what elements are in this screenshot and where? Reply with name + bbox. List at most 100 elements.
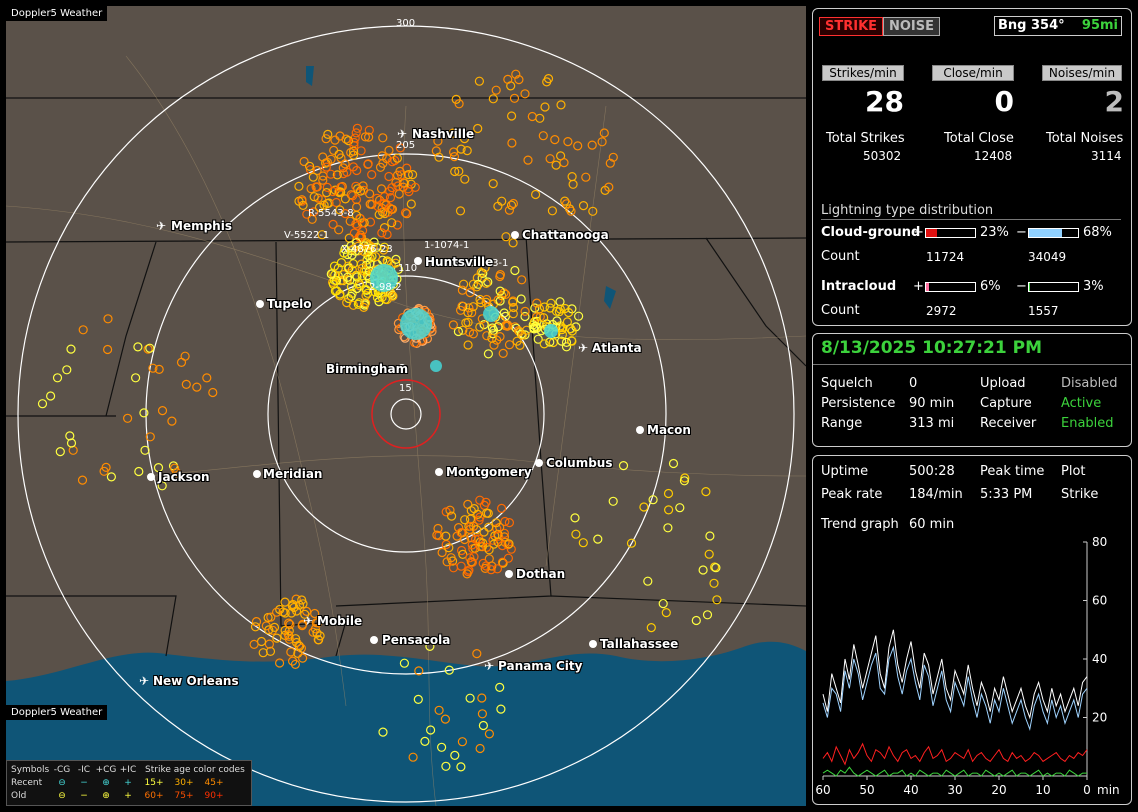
strike-stats-panel: STRIKE NOISE Bng 354° 95mi Strikes/min C… <box>812 8 1132 326</box>
date-time-display: 8/13/2025 10:27:21 PM <box>821 338 1042 358</box>
ic-count-label: Count <box>821 303 860 318</box>
strike-marker <box>709 578 719 588</box>
strike-marker <box>523 155 533 165</box>
recent-strike-cluster <box>483 306 499 322</box>
cg-positive-count: 11724 <box>926 250 965 264</box>
city-huntsville: Huntsville <box>425 255 494 269</box>
storm-label: V-5522-1 <box>284 230 329 241</box>
total-close-value: 12408 <box>974 149 1013 163</box>
strike-marker <box>372 193 382 203</box>
strike-marker <box>516 294 526 304</box>
strike-marker <box>133 342 143 352</box>
strike-marker <box>551 160 561 170</box>
age-75: 75+ <box>174 790 194 801</box>
bearing-box: Bng 354° 95mi <box>994 16 1122 36</box>
strike-marker <box>208 387 218 398</box>
city-new-orleans: New Orleans <box>153 674 239 688</box>
age-60: 60+ <box>144 790 164 801</box>
strike-marker <box>250 622 261 632</box>
strike-marker <box>249 639 259 650</box>
strike-marker <box>122 413 133 423</box>
legend-header-symbols: Symbols <box>11 764 50 775</box>
strike-marker <box>343 136 354 146</box>
peak-time-label: Peak time <box>980 464 1045 479</box>
noise-toggle-button[interactable]: NOISE <box>883 17 941 36</box>
storm-label: X-4876-23 <box>341 244 393 255</box>
strike-marker <box>329 145 339 155</box>
strike-toggle-button[interactable]: STRIKE <box>819 17 884 36</box>
cg-count-label: Count <box>821 249 860 264</box>
strike-marker <box>663 488 674 499</box>
cg-negative-sign: − <box>1016 225 1027 240</box>
strike-marker <box>45 391 56 401</box>
strike-marker <box>384 171 394 182</box>
city-dot <box>636 426 644 434</box>
city-mobile: Mobile <box>317 614 363 628</box>
x-unit-label: min <box>1097 783 1120 797</box>
capture-label: Capture <box>980 396 1032 411</box>
strike-marker <box>567 336 577 346</box>
strike-marker <box>567 172 577 182</box>
strike-marker <box>643 576 653 586</box>
total-close-label: Total Close <box>944 131 1014 146</box>
strike-marker <box>508 238 518 248</box>
legend-header-neg-cg: -CG <box>53 764 71 775</box>
strike-marker <box>539 339 549 349</box>
strike-marker <box>488 94 498 104</box>
city-atlanta: Atlanta <box>592 341 642 355</box>
strikes-per-min-label: Strikes/min <box>822 65 904 81</box>
close-per-min-value: 0 <box>994 85 1014 118</box>
x-tick-label: 40 <box>903 783 918 797</box>
strike-marker <box>52 373 63 383</box>
legend-old-label: Old <box>11 790 27 801</box>
strike-marker <box>566 324 576 334</box>
storm-label: 1-1074-1 <box>424 240 469 251</box>
total-strikes-value: 50302 <box>863 149 902 163</box>
strike-marker <box>570 513 580 523</box>
strike-marker <box>378 133 388 143</box>
strike-marker <box>704 549 714 559</box>
pos-ic-recent-icon: + <box>124 777 132 788</box>
strike-marker <box>330 135 340 145</box>
cg-positive-sign: + <box>913 225 924 240</box>
strike-marker <box>545 154 555 164</box>
range-label-300: 300 <box>396 18 415 29</box>
total-noises-value: 3114 <box>1091 149 1122 163</box>
trend-graph-value: 60 min <box>909 517 955 532</box>
city-memphis: Memphis <box>171 219 232 233</box>
strike-marker <box>578 538 588 548</box>
cg-positive-pct: 23% <box>980 225 1009 240</box>
airport-icon: ✈ <box>303 614 314 628</box>
strike-marker <box>406 199 416 209</box>
strike-marker <box>356 146 366 156</box>
strike-marker <box>334 225 344 235</box>
x-tick-label: 0 <box>1083 783 1091 797</box>
strike-marker <box>568 179 578 189</box>
neg-ic-recent-icon: − <box>80 777 88 788</box>
strike-marker <box>559 158 569 168</box>
trend-graph: 80 60 40 20 60 50 40 30 20 10 0 min <box>815 535 1120 797</box>
trend-panel: Uptime 500:28 Peak time Plot Peak rate 1… <box>812 455 1132 805</box>
ic-negative-pct: 3% <box>1083 279 1104 294</box>
recent-strike-cluster <box>400 308 432 340</box>
strike-marker <box>498 348 508 358</box>
state-borders <box>6 97 806 657</box>
strike-marker <box>382 229 392 240</box>
strikes-per-min-value: 28 <box>865 85 904 118</box>
lightning-map[interactable]: 300 205 110 15 R-5543-8 V-5522-1 X-4876-… <box>6 6 806 806</box>
x-tick-label: 60 <box>815 783 830 797</box>
plot-value[interactable]: Strike <box>1061 487 1098 502</box>
strike-marker <box>455 206 466 216</box>
strike-marker <box>538 131 548 141</box>
range-label-205: 205 <box>396 140 415 151</box>
strike-marker <box>202 373 212 383</box>
strike-marker <box>618 461 629 471</box>
strike-marker <box>556 100 566 110</box>
strike-marker <box>691 615 701 626</box>
strike-marker <box>192 382 202 392</box>
city-dot <box>535 459 543 467</box>
city-dot <box>256 300 264 308</box>
ic-positive-count: 2972 <box>926 304 957 318</box>
age-45: 45+ <box>204 777 224 788</box>
intracloud-label: Intracloud <box>821 279 897 294</box>
